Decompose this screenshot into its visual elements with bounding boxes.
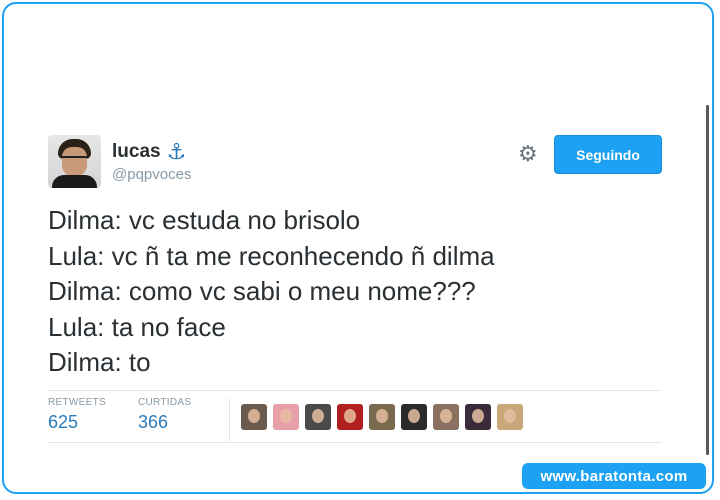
author-name[interactable]: lucas xyxy=(112,141,161,163)
liker-avatar[interactable] xyxy=(241,404,267,430)
author-handle[interactable]: @pqpvoces xyxy=(112,166,191,183)
liker-avatar[interactable] xyxy=(273,404,299,430)
liker-avatar[interactable] xyxy=(337,404,363,430)
liker-avatar[interactable] xyxy=(369,404,395,430)
scrollbar[interactable] xyxy=(706,105,709,455)
likes-count[interactable]: 366 xyxy=(138,412,228,433)
tweet-stats: RETWEETS 625 CURTIDAS 366 xyxy=(48,397,228,433)
anchor-icon: ⚓ xyxy=(166,139,187,164)
stats-divider-bottom xyxy=(48,442,662,443)
likes-stat[interactable]: CURTIDAS 366 xyxy=(138,397,228,433)
likes-label: CURTIDAS xyxy=(138,397,192,408)
tweet-text: Dilma: vc estuda no brisolo Lula: vc ñ ta… xyxy=(48,203,495,381)
avatar-glasses xyxy=(62,156,87,164)
tweet-line: Lula: ta no face xyxy=(48,311,226,342)
stats-divider-top xyxy=(48,390,662,391)
retweets-label: RETWEETS xyxy=(48,397,106,408)
avatar[interactable] xyxy=(48,135,101,188)
watermark: www.baratonta.com xyxy=(522,463,706,489)
tweet-line: Dilma: vc estuda no brisolo xyxy=(48,205,361,235)
avatar-shirt xyxy=(52,175,97,188)
tweet-line: Lula: vc ñ ta me reconhecendo ñ dilma xyxy=(48,240,495,271)
gear-icon[interactable]: ⚙ xyxy=(518,143,538,165)
stats-separator xyxy=(229,398,230,442)
retweets-count[interactable]: 625 xyxy=(48,412,138,433)
liker-avatar[interactable] xyxy=(497,404,523,430)
following-button[interactable]: Seguindo xyxy=(554,135,662,174)
tweet-line: Dilma: to xyxy=(48,347,151,377)
liker-avatars xyxy=(241,404,523,430)
liker-avatar[interactable] xyxy=(433,404,459,430)
tweet-line: Dilma: como vc sabi o meu nome??? xyxy=(48,276,476,306)
liker-avatar[interactable] xyxy=(305,404,331,430)
author-name-row: lucas ⚓ xyxy=(112,141,186,163)
retweets-stat[interactable]: RETWEETS 625 xyxy=(48,397,138,433)
liker-avatar[interactable] xyxy=(401,404,427,430)
liker-avatar[interactable] xyxy=(465,404,491,430)
